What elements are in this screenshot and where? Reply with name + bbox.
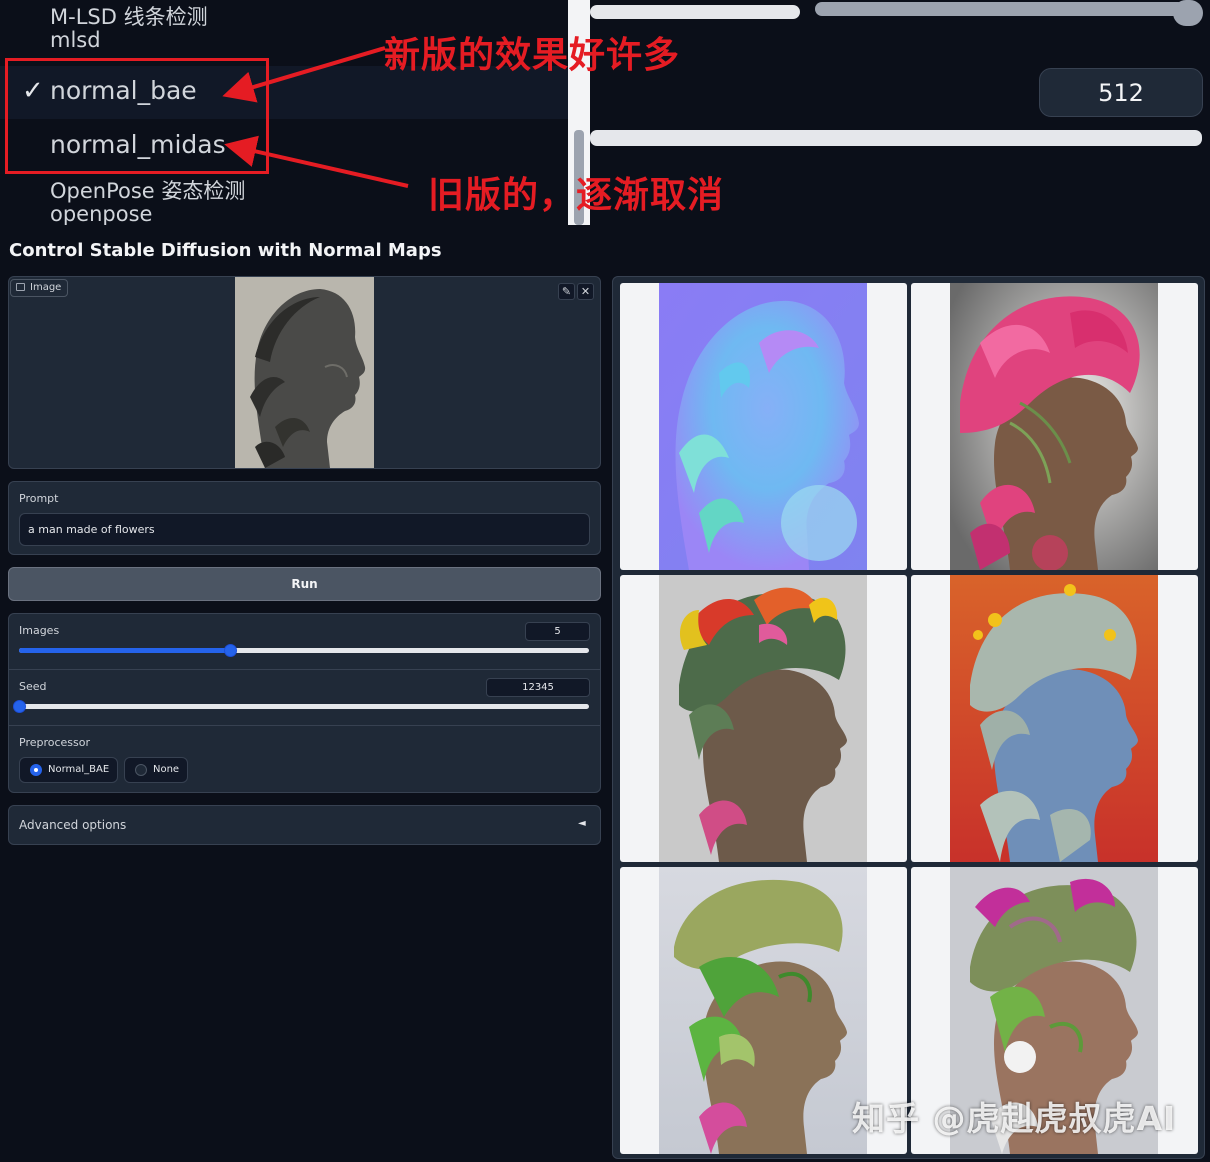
input-image [235, 277, 374, 468]
flower-head-blue-orange-image [950, 575, 1158, 862]
images-slider-knob[interactable] [224, 644, 237, 657]
radio-label: None [153, 764, 180, 775]
annotation-old-version: 旧版的，逐渐取消 [428, 175, 725, 216]
radio-label: Normal_BAE [48, 764, 110, 775]
prompt-label: Prompt [19, 492, 59, 505]
images-slider[interactable] [19, 644, 589, 657]
preprocessor-label: Preprocessor [19, 736, 91, 749]
dropdown-crop: M-LSD 线条检测 mlsd ✓ normal_bae normal_mida… [0, 0, 1210, 225]
preprocessor-option-none[interactable]: None [124, 757, 188, 783]
annotation-arrow-new [222, 46, 386, 103]
run-button[interactable]: Run [8, 567, 601, 601]
prompt-input[interactable]: a man made of flowers [19, 513, 590, 546]
divider [9, 669, 600, 670]
flower-head-green-white-image [659, 867, 867, 1154]
gallery-item-flower-head-pink[interactable] [911, 283, 1198, 570]
seed-label: Seed [19, 680, 47, 693]
close-icon[interactable]: ✕ [577, 283, 594, 300]
output-gallery [612, 276, 1205, 1159]
annotation-arrow-old [224, 135, 409, 188]
normal-map-image [659, 283, 867, 570]
flower-head-pink-image [950, 283, 1158, 570]
flower-head-green-red-image [659, 575, 867, 862]
page-title: Control Stable Diffusion with Normal Map… [9, 240, 442, 261]
radio-icon [30, 764, 42, 776]
image-label: Image [10, 279, 69, 297]
seed-slider-knob[interactable] [13, 700, 26, 713]
seed-number-input[interactable]: 12345 [486, 678, 590, 697]
divider [9, 725, 600, 726]
image-label-text: Image [30, 282, 62, 293]
images-slider-fill [19, 648, 230, 653]
advanced-options-label: Advanced options [19, 818, 127, 832]
pencil-icon[interactable]: ✎ [558, 283, 575, 300]
seed-slider[interactable] [13, 700, 589, 713]
gallery-item-flower-head-blue-orange[interactable] [911, 575, 1198, 862]
watermark: 知乎 @虎赳虎叔虎AI [852, 1099, 1177, 1138]
annotation-new-version: 新版的效果好许多 [384, 35, 681, 76]
caret-left-icon[interactable]: ◄ [578, 818, 586, 829]
radio-icon [135, 764, 147, 776]
gallery-item-flower-head-green-red[interactable] [620, 575, 907, 862]
images-label: Images [19, 624, 60, 637]
image-icon [16, 283, 25, 291]
images-number-input[interactable]: 5 [525, 622, 590, 641]
preprocessor-option-normal-bae[interactable]: Normal_BAE [19, 757, 118, 783]
gallery-item-normal-map[interactable] [620, 283, 907, 570]
